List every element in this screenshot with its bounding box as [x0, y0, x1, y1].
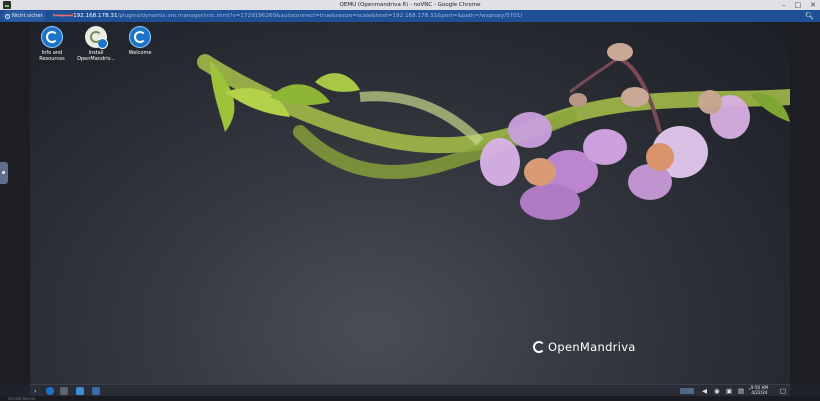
window-title: QEMU (Openmandriva 6) - noVNC - Google C… [339, 2, 481, 8]
expand-chevron-icon[interactable]: › [34, 387, 37, 395]
host-bottom-bar: Unraid Server [0, 396, 820, 401]
left-margin [0, 22, 30, 384]
right-margin [790, 22, 820, 384]
warning-icon: ! [5, 13, 10, 19]
openmandriva-icon [41, 26, 63, 48]
address-bar: ! Nicht sicher https://192.168.178.31/pl… [0, 10, 820, 22]
desktop-icon-install[interactable]: Install OpenMandriv... [76, 26, 116, 62]
security-chip[interactable]: ! Nicht sicher [2, 11, 46, 21]
display-icon[interactable]: ▣ [726, 387, 732, 395]
brand-logo: OpenMandriva [533, 340, 636, 354]
desktop-icon-label: Info and Resources [39, 50, 65, 62]
clock-date: 4/22/24 [751, 390, 768, 395]
installer-icon [85, 26, 108, 49]
desktop-icon-label: Install OpenMandriv... [77, 50, 115, 62]
openmandriva-icon [129, 26, 151, 48]
audio-icon[interactable]: ◀ [702, 387, 707, 395]
novnc-control-bar-handle[interactable] [0, 162, 8, 184]
security-label: Nicht sicher [12, 13, 43, 19]
desktop-icon-welcome[interactable]: Welcome [120, 26, 160, 56]
url-scheme: https:// [53, 13, 74, 19]
app-launcher-icon[interactable] [46, 387, 54, 395]
url-host: 192.168.178.31 [73, 13, 118, 19]
browser-icon[interactable] [92, 387, 100, 395]
orchid-wallpaper-art [197, 43, 790, 220]
maximize-button[interactable]: □ [795, 0, 802, 10]
file-manager-icon[interactable] [76, 387, 84, 395]
settings-icon[interactable] [60, 387, 68, 395]
window-titlebar: QEMU (Openmandriva 6) - noVNC - Google C… [0, 0, 820, 10]
network-icon[interactable]: ◉ [714, 387, 720, 395]
host-label: Unraid Server [8, 396, 36, 401]
brand-text: OpenMandriva [548, 340, 636, 354]
search-icon[interactable]: 🔍︎ [805, 11, 814, 21]
clipboard-icon[interactable]: ▤ [738, 387, 744, 395]
desktop-icon-info[interactable]: Info and Resources [32, 26, 72, 62]
desktop-icon-label: Welcome [128, 50, 152, 56]
url-field[interactable]: https://192.168.178.31/plugins/dynamix.v… [53, 10, 522, 22]
show-desktop-icon[interactable]: □ [780, 387, 786, 395]
pager-icon[interactable] [680, 388, 694, 394]
openmandriva-logo-icon [533, 341, 545, 353]
remote-desktop[interactable]: Info and Resources Install OpenMandriv..… [30, 22, 790, 384]
url-path: /plugins/dynamix.vm.manager/vnc.html?v=1… [117, 13, 523, 19]
close-button[interactable]: ✕ [810, 0, 816, 10]
clock[interactable]: 9:50 AM 4/22/24 [751, 385, 768, 395]
minimize-button[interactable]: – [782, 0, 786, 10]
